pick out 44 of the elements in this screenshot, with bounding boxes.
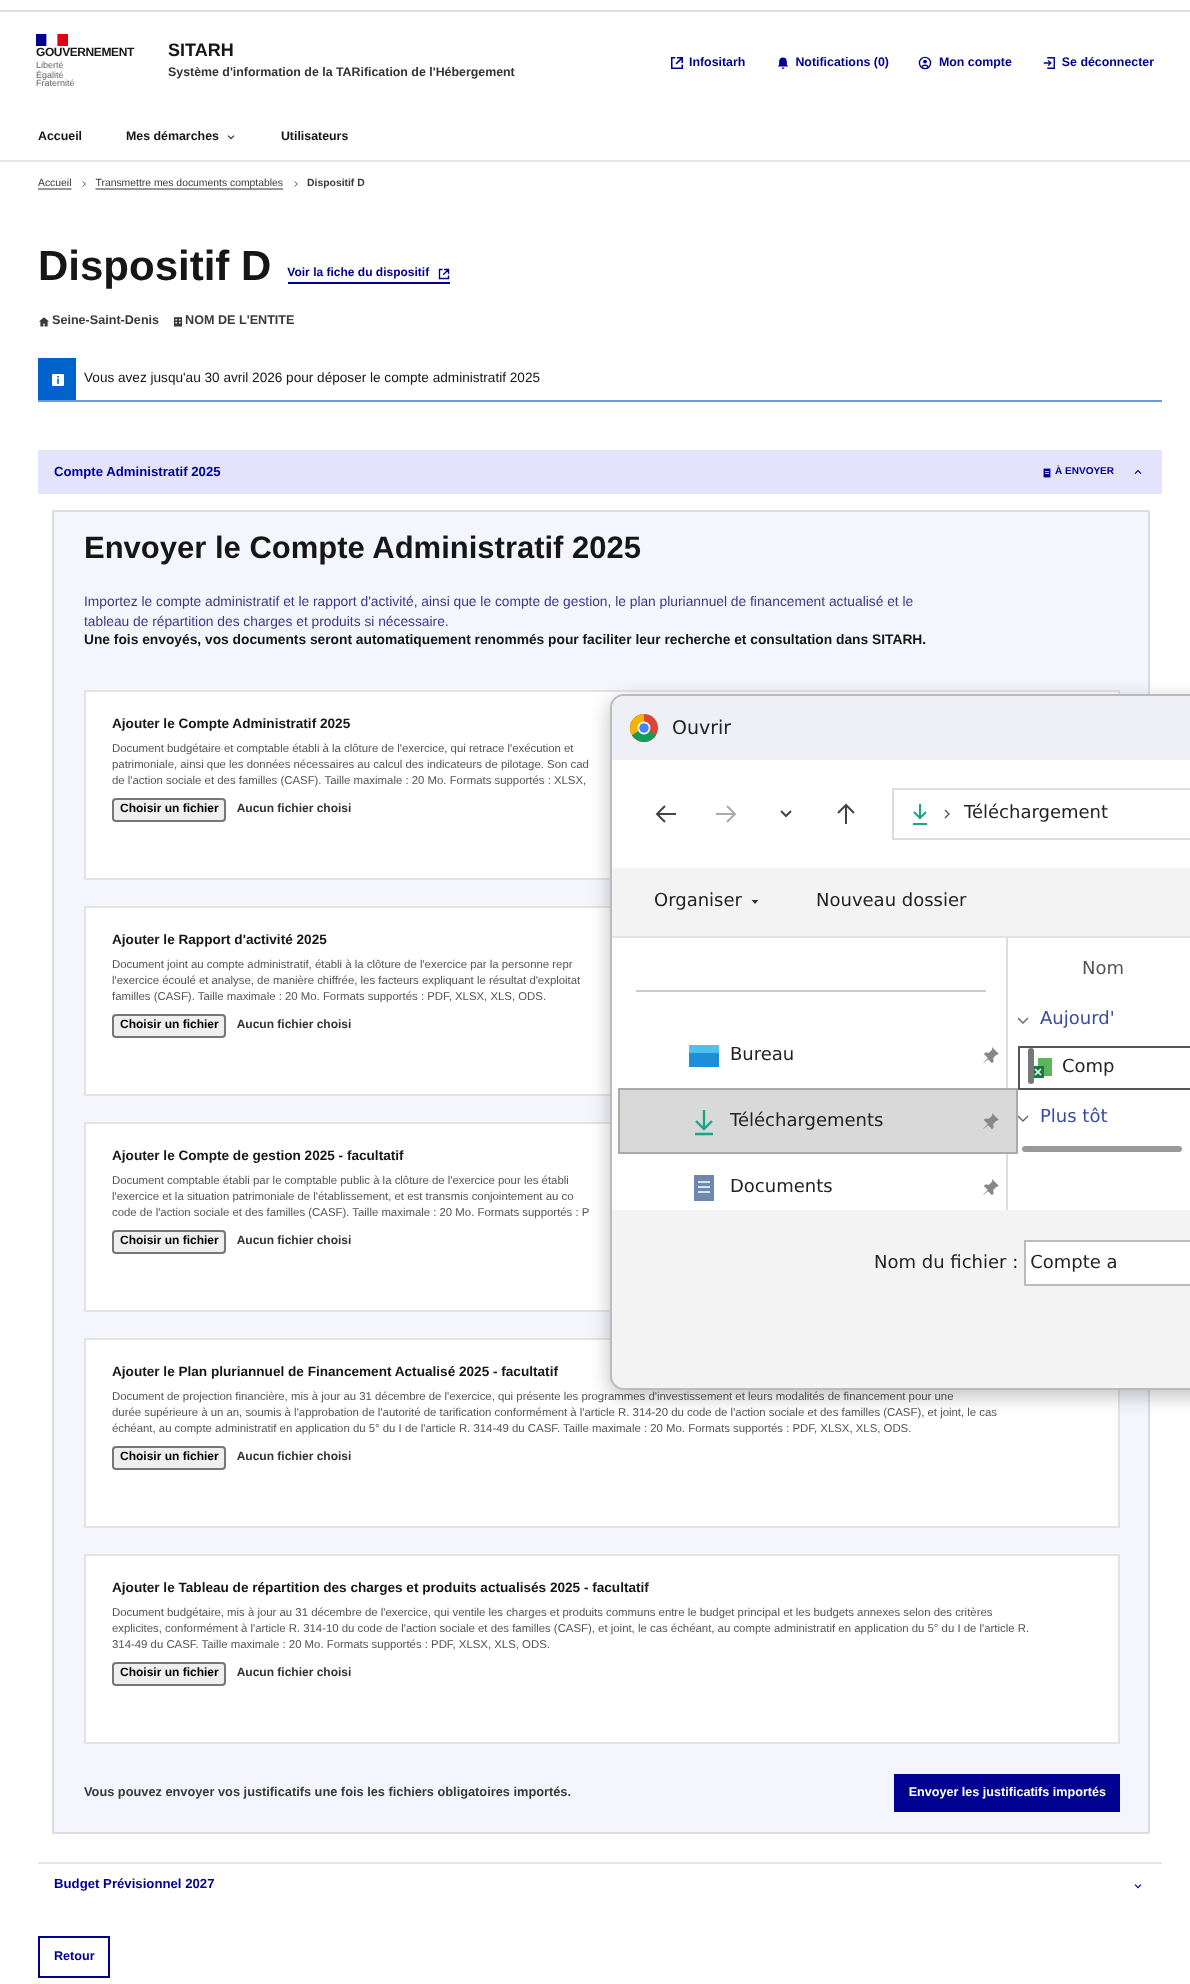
dialog-title: Ouvrir bbox=[672, 717, 732, 739]
building-icon bbox=[171, 315, 184, 327]
scrollbar-thumb[interactable] bbox=[1022, 1146, 1182, 1152]
chevron-down-icon bbox=[1016, 1015, 1030, 1025]
pin-icon bbox=[982, 1046, 1000, 1064]
back-arrow-icon[interactable] bbox=[654, 802, 678, 826]
document-icon bbox=[1041, 467, 1052, 477]
page-title: Dispositif D bbox=[38, 244, 272, 292]
spreadsheet-icon bbox=[1030, 1056, 1054, 1080]
path-text: Téléchargement bbox=[964, 804, 1109, 824]
filename-label: Nom du fichier : bbox=[874, 1253, 1019, 1273]
browser-logo-icon bbox=[628, 712, 660, 744]
desktop-icon bbox=[688, 1041, 720, 1069]
folder-nav-item[interactable]: Bureau bbox=[618, 1022, 1018, 1088]
pin-icon bbox=[982, 1178, 1000, 1196]
filename-field[interactable]: Compte a bbox=[1024, 1240, 1190, 1286]
download-icon bbox=[910, 802, 930, 826]
file-item[interactable]: Comp bbox=[1018, 1046, 1190, 1090]
flag-icon bbox=[36, 34, 68, 46]
organize-menu[interactable]: Organiser bbox=[654, 892, 760, 912]
folder-nav-item[interactable]: Documents bbox=[618, 1154, 1018, 1220]
new-folder-button[interactable]: Nouveau dossier bbox=[816, 892, 967, 912]
chevron-up-icon bbox=[1132, 466, 1144, 478]
document-icon bbox=[688, 1173, 720, 1201]
app-name: SITARH bbox=[168, 40, 236, 60]
address-bar[interactable]: Téléchargement bbox=[892, 788, 1190, 840]
home-icon bbox=[38, 315, 50, 327]
scrollbar-thumb[interactable] bbox=[1028, 1048, 1034, 1084]
account-icon bbox=[918, 56, 933, 70]
chevron-down-icon bbox=[1132, 1879, 1144, 1891]
up-arrow-icon[interactable] bbox=[834, 802, 858, 826]
bell-icon bbox=[775, 56, 790, 70]
external-link-icon bbox=[437, 268, 450, 280]
info-icon bbox=[49, 371, 65, 387]
group-label[interactable]: Plus tôt bbox=[1040, 1108, 1108, 1128]
pin-icon bbox=[982, 1112, 1000, 1130]
group-label[interactable]: Aujourd' bbox=[1040, 1010, 1115, 1030]
external-link-icon bbox=[669, 56, 683, 70]
column-header[interactable]: Nom bbox=[1042, 938, 1190, 1000]
folder-nav-item[interactable]: Téléchargements bbox=[618, 1088, 1018, 1154]
panel-title: Envoyer le Compte Administratif 2025 bbox=[84, 532, 644, 568]
chevron-down-icon bbox=[1016, 1113, 1030, 1123]
logout-icon bbox=[1041, 56, 1056, 70]
caret-icon bbox=[226, 132, 237, 142]
